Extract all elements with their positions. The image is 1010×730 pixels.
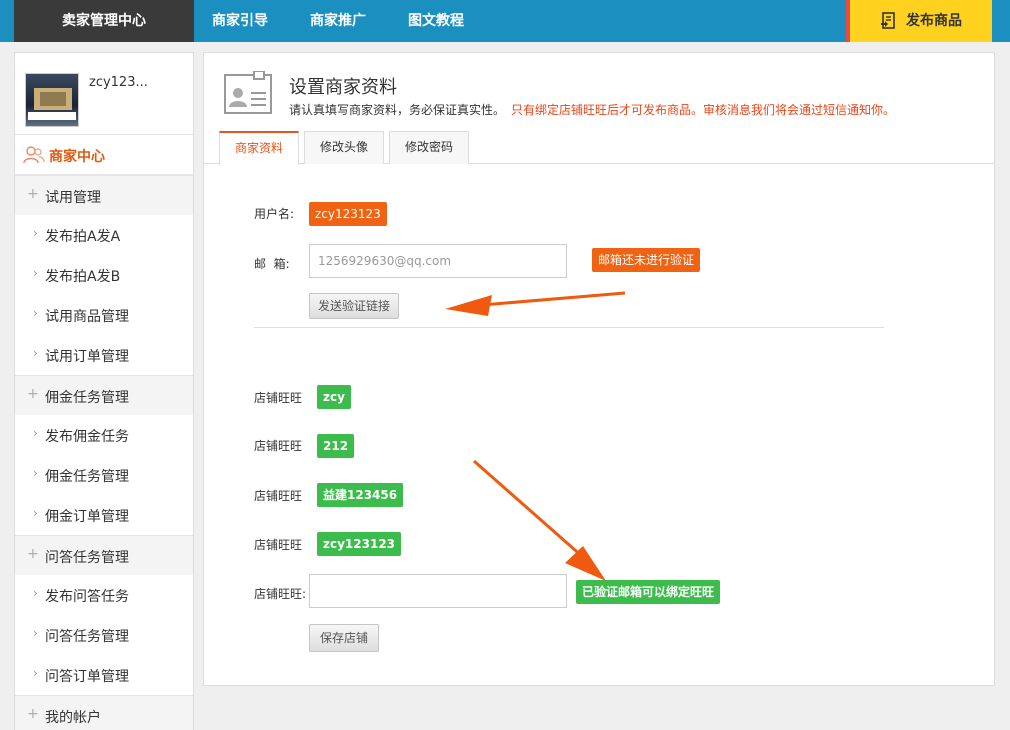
arrow-head: [565, 546, 606, 581]
arrow-line: [469, 291, 626, 308]
annotation-arrows: [445, 291, 626, 581]
arrow-head: [445, 295, 492, 316]
arrow-line: [473, 459, 593, 567]
